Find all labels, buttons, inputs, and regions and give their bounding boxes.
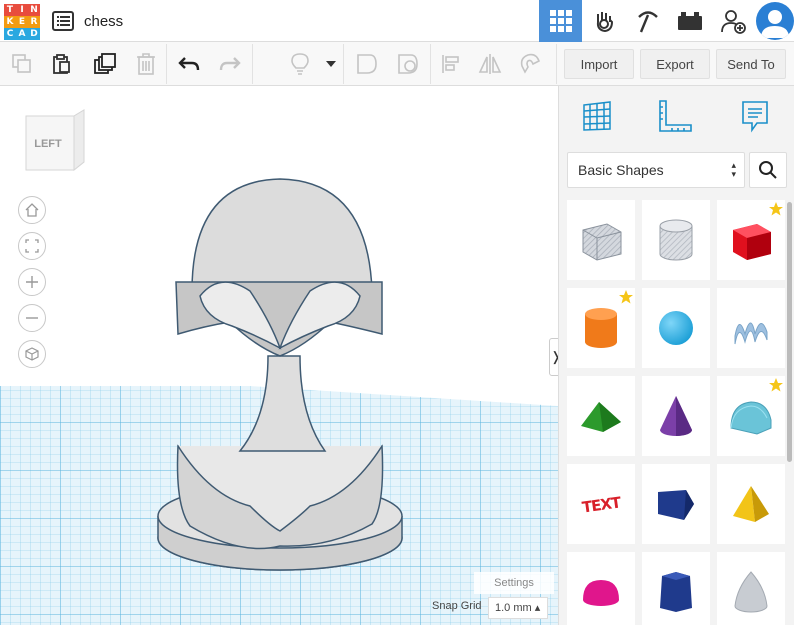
settings-button[interactable]: Settings xyxy=(474,572,554,594)
shape-scribble[interactable] xyxy=(717,288,785,368)
favorite-star-icon xyxy=(769,378,783,397)
lightbulb-icon[interactable] xyxy=(286,50,314,78)
shape-roof[interactable] xyxy=(567,376,635,456)
logo-letter: I xyxy=(16,4,28,16)
shape-text[interactable]: TEXT xyxy=(567,464,635,544)
zoom-in-icon[interactable] xyxy=(18,268,46,296)
avatar[interactable] xyxy=(756,2,794,40)
search-icon[interactable] xyxy=(749,152,787,188)
perspective-icon[interactable] xyxy=(18,340,46,368)
view-cube-face-label: LEFT xyxy=(34,138,62,150)
zoom-out-icon[interactable] xyxy=(18,304,46,332)
add-user-icon[interactable] xyxy=(711,0,754,42)
chevron-down-icon[interactable] xyxy=(317,50,345,78)
redo-icon[interactable] xyxy=(216,50,244,78)
copy-icon[interactable] xyxy=(8,50,36,78)
home-view-icon[interactable] xyxy=(18,196,46,224)
tinkercad-logo[interactable]: TINKERCAD xyxy=(4,4,40,40)
duplicate-icon[interactable] xyxy=(91,50,119,78)
shape-round-roof[interactable] xyxy=(717,376,785,456)
toolbar: Import Export Send To xyxy=(0,42,794,86)
shape-category-value: Basic Shapes xyxy=(578,162,664,178)
shape-box-striped[interactable] xyxy=(567,200,635,280)
magnet-icon[interactable] xyxy=(517,50,545,78)
undo-icon[interactable] xyxy=(175,50,203,78)
shape-category-select[interactable]: Basic Shapes ▴ ▾ xyxy=(567,152,745,188)
notes-icon[interactable] xyxy=(735,96,775,136)
3d-design-icon[interactable] xyxy=(539,0,582,42)
top-bar: TINKERCAD chess xyxy=(0,0,794,42)
snap-grid-label: Snap Grid xyxy=(432,600,482,612)
logo-letter: D xyxy=(28,28,40,40)
shape-paraboloid[interactable] xyxy=(717,552,785,632)
design-title[interactable]: chess xyxy=(84,13,123,30)
shapes-panel: Basic Shapes ▴ ▾ TEXT xyxy=(558,86,794,632)
logo-letter: R xyxy=(28,16,40,28)
design-list-icon[interactable] xyxy=(52,11,74,31)
shape-box[interactable] xyxy=(717,200,785,280)
view-cube[interactable]: LEFT xyxy=(22,108,86,181)
workplane-grid-icon[interactable] xyxy=(577,96,617,136)
delete-icon[interactable] xyxy=(132,50,160,78)
pickaxe-icon[interactable] xyxy=(626,0,669,42)
bricks-icon[interactable] xyxy=(668,0,711,42)
mirror-icon[interactable] xyxy=(476,50,504,78)
shape-pyramid[interactable] xyxy=(717,464,785,544)
circuits-hand-icon[interactable] xyxy=(583,0,626,42)
chess-piece-model[interactable] xyxy=(157,178,403,571)
export-button[interactable]: Export xyxy=(640,49,710,79)
send-to-button[interactable]: Send To xyxy=(716,49,786,79)
fit-view-icon[interactable] xyxy=(18,232,46,260)
favorite-star-icon xyxy=(619,290,633,309)
logo-letter: T xyxy=(4,4,16,16)
shape-sphere[interactable] xyxy=(642,288,710,368)
shape-half-sphere[interactable] xyxy=(567,552,635,632)
shapes-scrollbar[interactable] xyxy=(787,202,792,462)
shape-polygon[interactable] xyxy=(642,552,710,632)
align-icon[interactable] xyxy=(437,50,465,78)
logo-letter: A xyxy=(16,28,28,40)
workplane[interactable]: LEFT Settings Snap Grid 1.0 mm ▴ xyxy=(0,86,558,625)
logo-letter: N xyxy=(28,4,40,16)
hole-icon[interactable] xyxy=(394,50,422,78)
shape-cone[interactable] xyxy=(642,376,710,456)
svg-text:TEXT: TEXT xyxy=(581,493,623,516)
shape-icon[interactable] xyxy=(353,50,381,78)
shape-cylinder[interactable] xyxy=(567,288,635,368)
favorite-star-icon xyxy=(769,202,783,221)
import-button[interactable]: Import xyxy=(564,49,634,79)
paste-icon[interactable] xyxy=(48,50,76,78)
shape-cylinder-striped[interactable] xyxy=(642,200,710,280)
ruler-icon[interactable] xyxy=(655,96,695,136)
shape-wedge[interactable] xyxy=(642,464,710,544)
logo-letter: C xyxy=(4,28,16,40)
snap-grid-select[interactable]: 1.0 mm ▴ xyxy=(488,597,548,619)
logo-letter: E xyxy=(16,16,28,28)
logo-letter: K xyxy=(4,16,16,28)
